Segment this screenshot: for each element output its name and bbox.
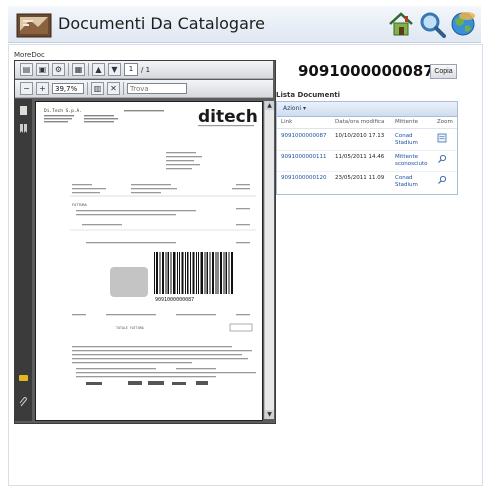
document-type: FATTURA — [72, 203, 88, 207]
search-icon[interactable] — [418, 10, 446, 38]
app-header: Documenti Da Catalogare — [8, 6, 481, 43]
scroll-down-icon[interactable]: ▼ — [265, 410, 274, 419]
thumbnails-icon[interactable]: ▦ — [72, 63, 85, 76]
viewer-side-panel — [15, 99, 32, 421]
list-row[interactable]: 9091000000120 23/05/2011 11.09 Conad Sta… — [277, 172, 457, 192]
magnifier-icon[interactable] — [437, 175, 447, 185]
scroll-up-icon[interactable]: ▲ — [265, 101, 274, 110]
pages-icon[interactable] — [18, 105, 29, 116]
app-logo-icon — [16, 13, 52, 38]
page-number-input[interactable]: 1 — [124, 63, 138, 76]
document-page: Di.Tech S.p.A. ditech FATTURA 9091000000… — [35, 101, 263, 421]
page-title: Documenti Da Catalogare — [58, 14, 265, 33]
pdf-viewer[interactable]: ▤ ▣ ⚙ ▦ ▲ ▼ 1 / 1 − + 39,7% ▥ ✕ Trova Di… — [14, 60, 276, 424]
settings-icon[interactable]: ⚙ — [52, 63, 65, 76]
attachment-icon[interactable] — [18, 397, 29, 408]
page-total: / 1 — [141, 65, 151, 74]
zoom-select[interactable]: 39,7% — [52, 83, 84, 94]
sender: Conad Stadium — [395, 175, 418, 188]
column-header-link[interactable]: Link — [281, 119, 292, 125]
magnifier-icon[interactable] — [437, 154, 447, 164]
find-input[interactable]: Trova — [127, 83, 187, 94]
previous-page-icon[interactable]: ▲ — [92, 63, 105, 76]
sender: Mittente sconosciuto — [395, 154, 428, 167]
viewer-scrollbar[interactable]: ▲ ▼ — [264, 101, 274, 419]
document-link[interactable]: 9091000000120 — [281, 175, 327, 182]
home-icon[interactable] — [387, 10, 415, 38]
modified-date: 10/10/2010 17.13 — [335, 133, 385, 139]
modified-date: 11/05/2011 14.46 — [335, 154, 385, 160]
bookmarks-icon[interactable] — [18, 123, 29, 134]
list-toolbar: Azioni ▾ — [277, 102, 457, 117]
sender: Conad Stadium — [395, 133, 418, 146]
next-page-icon[interactable]: ▼ — [108, 63, 121, 76]
document-link[interactable]: 9091000000111 — [281, 154, 327, 161]
barcode-number: 9091000000087 — [155, 297, 194, 303]
save-icon[interactable]: ▣ — [36, 63, 49, 76]
viewer-toolbar-bottom: − + 39,7% ▥ ✕ Trova — [15, 80, 273, 98]
fit-page-icon[interactable]: ✕ — [107, 82, 120, 95]
document-list-title: Lista Documenti — [276, 91, 341, 99]
document-list: Azioni ▾ Link Data/ora modifica Mittente… — [276, 101, 458, 195]
list-row[interactable]: 9091000000087 10/10/2010 17.13 Conad Sta… — [277, 130, 457, 151]
actions-menu[interactable]: Azioni ▾ — [283, 105, 306, 112]
panel-label: MoreDoc — [14, 51, 45, 59]
total-label: TOTALE FATTURA — [116, 326, 144, 330]
zoom-out-icon[interactable]: − — [20, 82, 33, 95]
invoice-scan: Di.Tech S.p.A. ditech FATTURA 9091000000… — [44, 107, 258, 385]
barcode — [154, 252, 233, 294]
modified-date: 23/05/2011 11.09 — [335, 175, 385, 181]
print-icon[interactable]: ▤ — [20, 63, 33, 76]
column-header-sender[interactable]: Mittente — [395, 119, 418, 125]
ditech-logo: ditech — [198, 107, 258, 127]
comments-icon[interactable] — [18, 373, 29, 384]
copy-button[interactable]: Copia — [430, 64, 457, 79]
globe-icon[interactable] — [449, 10, 477, 38]
zoom-in-icon[interactable]: + — [36, 82, 49, 95]
company-name: Di.Tech S.p.A. — [44, 108, 82, 114]
document-link[interactable]: 9091000000087 — [281, 133, 327, 140]
document-number: 9091000000087 — [298, 62, 434, 80]
column-header-zoom[interactable]: Zoom — [437, 119, 453, 125]
document-preview-icon[interactable] — [437, 133, 447, 143]
column-header-date[interactable]: Data/ora modifica — [335, 119, 384, 125]
viewer-toolbar-top: ▤ ▣ ⚙ ▦ ▲ ▼ 1 / 1 — [15, 61, 273, 79]
save-copy-icon[interactable]: ▥ — [91, 82, 104, 95]
list-row[interactable]: 9091000000111 11/05/2011 14.46 Mittente … — [277, 151, 457, 172]
list-header: Link Data/ora modifica Mittente Zoom — [277, 117, 457, 129]
